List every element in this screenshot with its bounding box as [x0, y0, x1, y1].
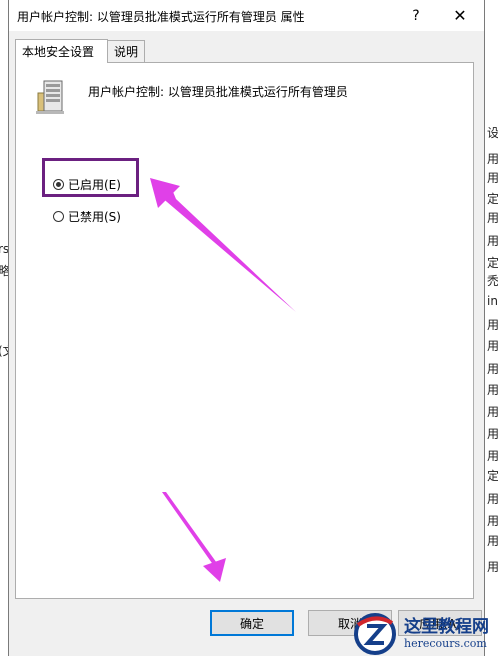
background-text: 用: [487, 318, 498, 332]
background-text: 禿: [487, 274, 498, 288]
background-text: 用: [487, 492, 498, 506]
properties-dialog: 用户帐户控制: 以管理员批准模式运行所有管理员 属性 ? ✕ 本地安全设置 说明…: [8, 0, 485, 656]
radio-disabled-label: 已禁用(S): [68, 210, 121, 224]
server-policy-icon: [36, 80, 64, 114]
tab-explain[interactable]: 说明: [107, 40, 145, 62]
background-text: 用: [487, 234, 498, 248]
close-button[interactable]: ✕: [438, 0, 482, 31]
tab-local-security-setting[interactable]: 本地安全设置: [15, 39, 108, 63]
background-text: 用: [487, 560, 498, 574]
background-text: 用: [487, 405, 498, 419]
background-window-right: 设用用定用用定禿 in 用用用用用用用定用用用用: [483, 0, 498, 656]
watermark-url: herecours.com: [404, 637, 487, 650]
radio-enabled[interactable]: 已启用(E): [53, 176, 121, 193]
background-text: 定: [487, 192, 498, 206]
radio-disabled[interactable]: 已禁用(S): [53, 208, 121, 225]
background-text: 用: [487, 171, 498, 185]
settings-panel: 用户帐户控制: 以管理员批准模式运行所有管理员 已启用(E) 已禁用(S): [15, 62, 474, 599]
watermark-logo-icon: [354, 613, 396, 655]
tab-label: 本地安全设置: [22, 45, 95, 59]
watermark-name: 这里教程网: [404, 617, 489, 637]
radio-enabled-label: 已启用(E): [68, 178, 121, 192]
ok-button[interactable]: 确定: [210, 610, 294, 636]
background-text: 定: [487, 469, 498, 483]
title-bar: 用户帐户控制: 以管理员批准模式运行所有管理员 属性 ? ✕: [9, 0, 484, 31]
background-text: 设: [487, 126, 498, 140]
background-text: 用: [487, 383, 498, 397]
close-icon: ✕: [453, 6, 467, 25]
background-text: 用: [487, 362, 498, 376]
radio-unchecked-icon[interactable]: [53, 211, 64, 222]
background-text: 用: [487, 449, 498, 463]
background-text: 用: [487, 211, 498, 225]
background-text: 用: [487, 427, 498, 441]
background-text: 用: [487, 339, 498, 353]
radio-checked-icon[interactable]: [53, 179, 64, 190]
policy-name: 用户帐户控制: 以管理员批准模式运行所有管理员: [88, 85, 348, 99]
background-text: 用: [487, 152, 498, 166]
background-text: 用: [487, 534, 498, 548]
tab-label: 说明: [114, 45, 139, 59]
background-text: 用: [487, 514, 498, 528]
help-icon: ?: [412, 7, 420, 24]
ok-button-label: 确定: [239, 616, 264, 631]
background-text: 定: [487, 256, 498, 270]
dialog-title: 用户帐户控制: 以管理员批准模式运行所有管理员 属性: [17, 10, 305, 24]
background-text: in: [487, 294, 498, 308]
help-button[interactable]: ?: [394, 0, 438, 31]
